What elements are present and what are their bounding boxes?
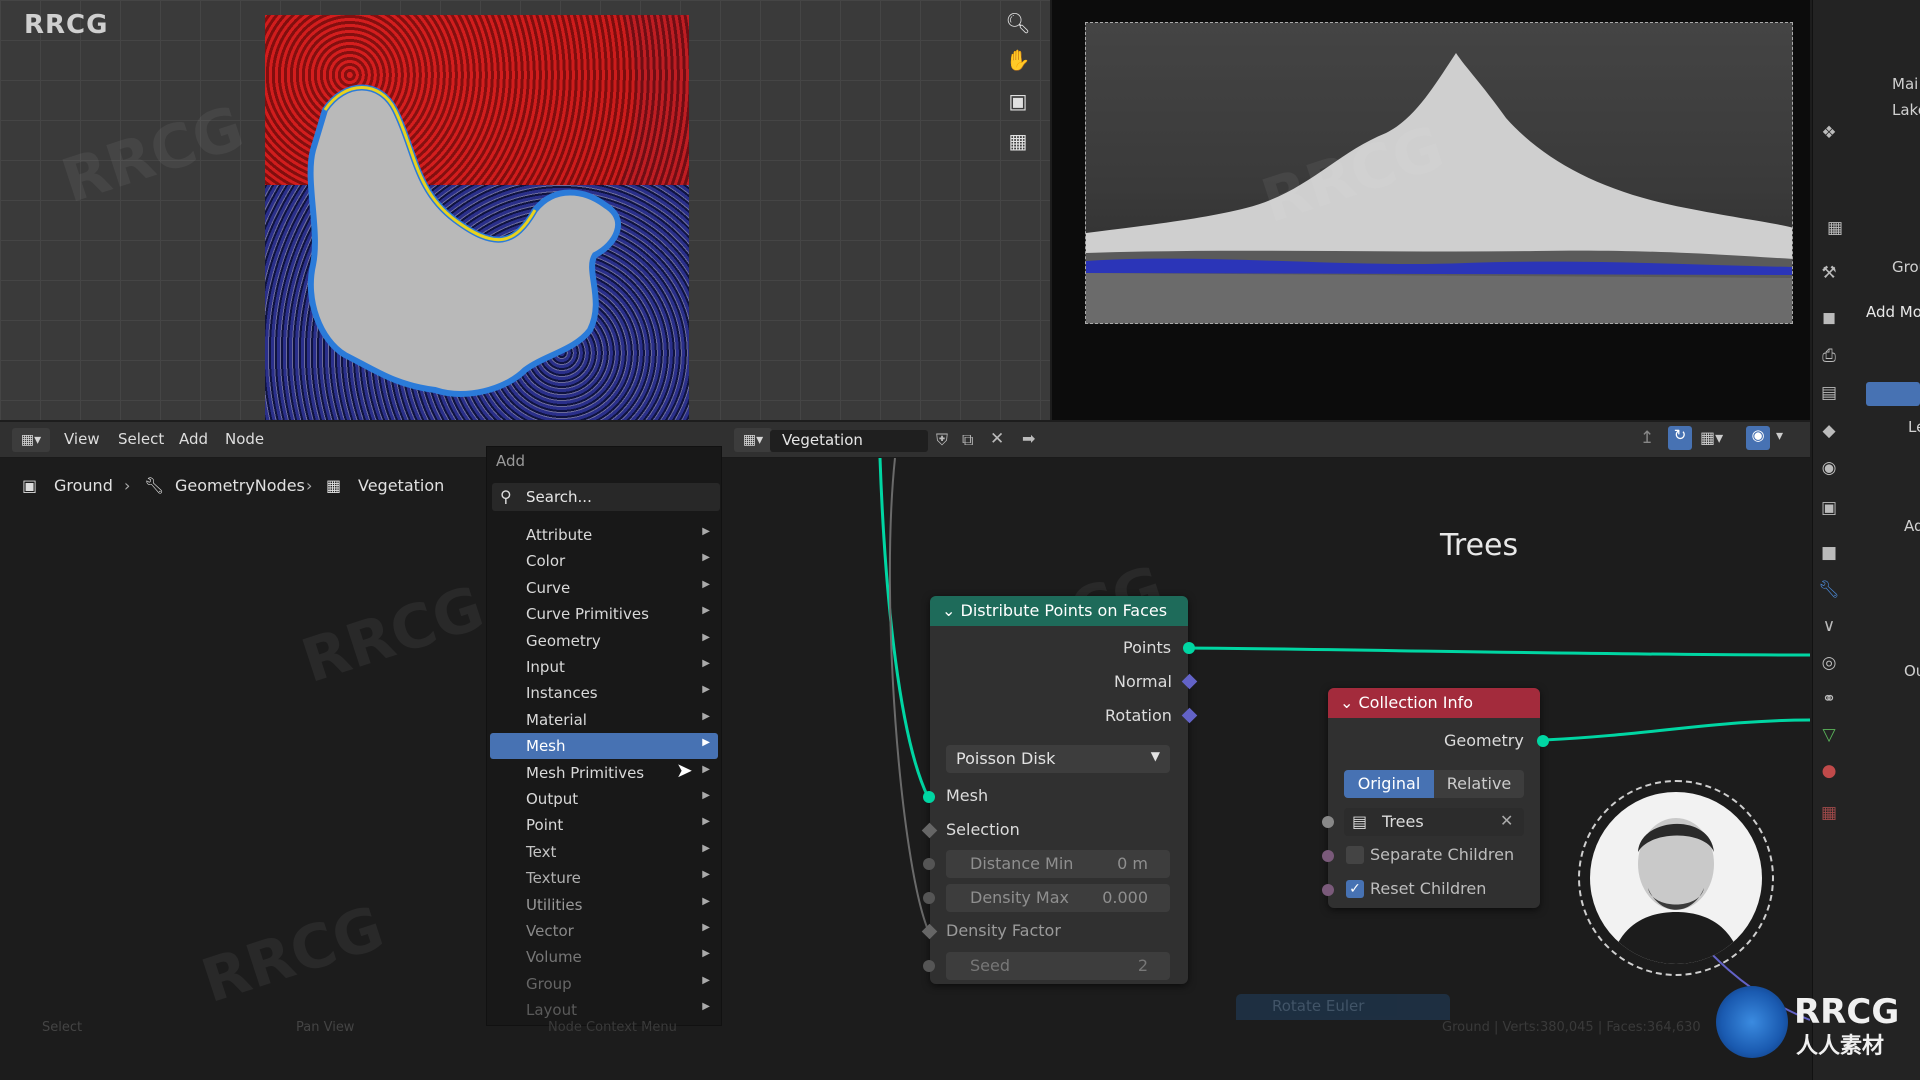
modifier-toggle[interactable]: [1866, 382, 1920, 406]
output-geometry-socket[interactable]: [1537, 735, 1549, 747]
menu-add[interactable]: Add: [179, 430, 208, 448]
heightmap-image: [265, 15, 689, 420]
distance-min-field[interactable]: Distance Min 0 m: [946, 850, 1170, 878]
input-distance-min-socket[interactable]: [923, 858, 935, 870]
collapse-chevron-icon[interactable]: ⌄: [942, 601, 955, 620]
collection-icon[interactable]: ▣: [1816, 495, 1842, 521]
output-geometry-label: Geometry: [1444, 731, 1524, 750]
unlink-close-icon[interactable]: ✕: [990, 429, 1004, 449]
separate-children-label: Separate Children: [1370, 845, 1515, 864]
snap-mode-icon[interactable]: ▦▾: [1700, 428, 1723, 447]
input-density-factor-label: Density Factor: [946, 921, 1061, 940]
frame-label[interactable]: Trees: [1440, 528, 1518, 563]
world-icon[interactable]: ◉: [1816, 455, 1842, 481]
menu-node[interactable]: Node: [225, 430, 264, 448]
collection-info-node[interactable]: ⌄ Collection Info: [1328, 688, 1540, 908]
render-icon[interactable]: ◼: [1816, 305, 1842, 331]
input-reset-children-socket[interactable]: [1322, 884, 1334, 896]
input-seed-socket[interactable]: [923, 960, 935, 972]
collection-icon: ▤: [1352, 812, 1368, 831]
node-tree-name-field[interactable]: Vegetation: [770, 430, 928, 452]
collection-field[interactable]: [1344, 808, 1524, 836]
modifier-output-label[interactable]: Ou: [1904, 662, 1920, 680]
input-mesh-socket[interactable]: [923, 791, 935, 803]
parent-node-tree-icon[interactable]: ↥: [1640, 428, 1654, 448]
collection-node-title: Collection Info: [1358, 693, 1474, 712]
pin-icon[interactable]: ❖: [1816, 120, 1842, 146]
camera-icon[interactable]: ▣: [1003, 86, 1033, 116]
particles-icon[interactable]: ∨: [1816, 613, 1842, 639]
lake-shape: [307, 84, 621, 397]
menu-select[interactable]: Select: [118, 430, 164, 448]
collection-name: Trees: [1382, 812, 1424, 831]
option-original-button[interactable]: Original: [1344, 770, 1434, 798]
texture-icon[interactable]: ▦: [1816, 800, 1842, 826]
view-layer-icon[interactable]: ▤: [1816, 380, 1842, 406]
watermark-label: RRCG: [24, 10, 109, 40]
snap-toggle-icon[interactable]: ↻: [1668, 426, 1692, 450]
presenter-avatar: [1590, 792, 1762, 964]
object-icon[interactable]: ■: [1816, 540, 1842, 566]
logo-text-bottom: 人人素材: [1796, 1034, 1885, 1059]
input-separate-children-socket[interactable]: [1322, 850, 1334, 862]
output-icon[interactable]: ⎙: [1816, 343, 1842, 369]
outliner-item-main[interactable]: Mai: [1892, 75, 1918, 93]
distribute-node-header[interactable]: ⌄ Distribute Points on Faces: [930, 596, 1188, 626]
distribute-node-title: Distribute Points on Faces: [960, 601, 1168, 620]
status-context: Node Context Menu: [548, 1020, 677, 1035]
menu-view[interactable]: View: [64, 430, 100, 448]
logo-text-top: RRCG: [1794, 992, 1900, 1032]
status-select: Select: [42, 1020, 83, 1035]
distribute-method-dropdown[interactable]: Poisson Disk ▼: [946, 745, 1170, 773]
constraints-icon[interactable]: ⚭: [1816, 686, 1842, 712]
image-editor-viewport[interactable]: RRCG 🔍︎ ✋ ▣ ▦: [0, 0, 1050, 420]
reset-children-label: Reset Children: [1370, 879, 1487, 898]
output-rotation-label: Rotation: [1105, 706, 1172, 725]
rrcg-logo-icon: [1716, 986, 1788, 1058]
collapse-chevron-icon[interactable]: ⌄: [1340, 693, 1353, 712]
node-tree-type-icon[interactable]: ▦▾: [734, 428, 772, 452]
overlay-dropdown-icon[interactable]: ▾: [1776, 428, 1783, 444]
modifier-name[interactable]: Grou: [1892, 258, 1920, 276]
output-points-label: Points: [1123, 638, 1172, 657]
data-icon[interactable]: ▽: [1816, 722, 1842, 748]
add-modifier-button[interactable]: Add Mo: [1866, 303, 1920, 321]
material-icon[interactable]: ●: [1816, 758, 1842, 784]
physics-icon[interactable]: ◎: [1816, 650, 1842, 676]
tool-icon[interactable]: ⚒: [1816, 260, 1842, 286]
input-selection-label: Selection: [946, 820, 1020, 839]
hand-pan-icon[interactable]: ✋: [1003, 45, 1033, 75]
modifier-label: Le: [1908, 418, 1920, 436]
rotate-euler-node[interactable]: Rotate Euler: [1236, 994, 1450, 1020]
camera-render-viewport[interactable]: [1052, 0, 1810, 420]
fake-user-shield-icon[interactable]: ⛨: [936, 430, 948, 450]
input-density-max-socket[interactable]: [923, 892, 935, 904]
scene-icon[interactable]: ◆: [1816, 418, 1842, 444]
option-relative-button[interactable]: Relative: [1434, 770, 1524, 798]
seed-field[interactable]: Seed 2: [946, 952, 1170, 980]
modifier-add-label[interactable]: Ad: [1904, 517, 1920, 535]
overlay-toggle-icon[interactable]: ◉: [1746, 426, 1770, 450]
output-normal-label: Normal: [1114, 672, 1172, 691]
input-mesh-label: Mesh: [946, 786, 989, 805]
editor-type-menu-icon[interactable]: ▦▾: [12, 428, 50, 452]
input-collection-socket[interactable]: [1322, 816, 1334, 828]
duplicate-icon[interactable]: ⧉: [962, 430, 973, 450]
zoom-icon[interactable]: 🔍︎: [1003, 8, 1033, 38]
editor-type-icon[interactable]: ▦: [1822, 215, 1848, 241]
chevron-down-icon: ▼: [1150, 749, 1160, 763]
reset-children-checkbox[interactable]: ✓: [1346, 880, 1364, 898]
pin-node-tree-icon[interactable]: ➡: [1022, 429, 1035, 448]
output-points-socket[interactable]: [1183, 642, 1195, 654]
modifier-wrench-icon[interactable]: 🔧︎: [1816, 577, 1842, 603]
status-pan: Pan View: [296, 1020, 355, 1035]
separate-children-checkbox[interactable]: [1346, 846, 1364, 864]
density-max-field[interactable]: Density Max 0.000: [946, 884, 1170, 912]
outliner-item-lake[interactable]: Lake: [1892, 101, 1920, 119]
status-stats: Ground | Verts:380,045 | Faces:364,630: [1442, 1020, 1701, 1035]
grid-icon[interactable]: ▦: [1003, 126, 1033, 156]
collection-node-header[interactable]: ⌄ Collection Info: [1328, 688, 1540, 718]
clear-collection-close-icon[interactable]: ✕: [1500, 811, 1513, 830]
